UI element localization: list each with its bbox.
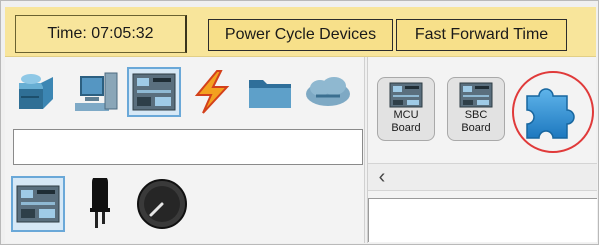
device-type-selection-box [5,57,365,243]
mcu-board-label-line1: MCU [393,109,419,121]
device-search-field[interactable] [13,129,363,165]
mcu-board-icon [389,82,423,108]
time-display: Time: 07:05:32 [15,15,187,53]
device-info-box [368,198,597,242]
sensors-icon[interactable] [135,176,189,232]
sbc-board-icon [459,82,493,108]
network-devices-icon[interactable] [11,67,65,117]
power-cycle-devices-button[interactable]: Power Cycle Devices [208,19,393,51]
category-row [11,65,355,119]
custom-device-highlight[interactable] [512,71,594,153]
subcategory-row [11,173,189,235]
mcu-board-device[interactable]: MCU Board [377,77,435,141]
device-panel: Time: 07:05:32 Power Cycle Devices Fast … [0,0,599,245]
time-toolbar: Time: 07:05:32 Power Cycle Devices Fast … [5,7,596,57]
sbc-board-label-line1: SBC [464,109,488,121]
miscellaneous-folder-icon[interactable] [243,67,297,117]
sbc-board-label-line2: Board [461,122,491,134]
fast-forward-time-button[interactable]: Fast Forward Time [396,19,567,51]
end-devices-icon[interactable] [69,67,123,117]
scroll-left-arrow-icon[interactable]: ‹ [370,166,394,188]
horizontal-scrollbar[interactable]: ‹ [368,163,597,191]
actuators-icon[interactable] [73,176,127,232]
connections-icon[interactable] [185,67,239,117]
device-list-panel: MCU Board SBC Board ‹ [367,57,597,243]
multiuser-cloud-icon[interactable] [301,67,355,117]
boards-icon[interactable] [11,176,65,232]
puzzle-piece-icon [526,88,575,139]
mcu-board-label-line2: Board [391,122,421,134]
sbc-board-device[interactable]: SBC Board [447,77,505,141]
components-icon[interactable] [127,67,181,117]
